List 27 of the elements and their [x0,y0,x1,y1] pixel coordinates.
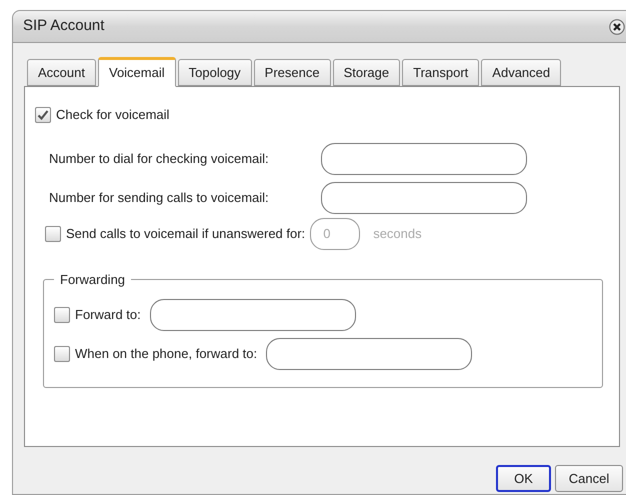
dialog-button[interactable]: Cancel [555,465,623,492]
checkbox-label: Send calls to voicemail if unanswered for: [66,224,306,243]
input-field[interactable] [321,142,527,174]
checkbox[interactable] [54,307,70,323]
tab[interactable]: Account [27,59,96,86]
checkbox[interactable] [35,106,51,123]
tab[interactable]: Presence [254,59,331,86]
checkbox-label: When on the phone, forward to: [75,345,258,364]
input-field[interactable] [150,299,356,331]
checkbox-label: Check for voicemail [56,106,170,124]
checkbox-label: Forward to: [75,306,141,324]
field-label: Number for sending calls to voicemail: [49,188,270,207]
input-field[interactable] [321,182,527,214]
input-field[interactable] [266,338,472,370]
field-label: Number to dial for checking voicemail: [49,150,270,168]
tab[interactable]: Storage [332,59,400,86]
window-title: SIP Account [23,16,104,36]
tab[interactable]: Advanced [481,59,562,86]
dialog-button[interactable]: OK [496,465,551,492]
tab[interactable]: Voicemail [98,57,176,87]
unit-label: seconds [373,224,422,243]
tab[interactable]: Topology [178,59,252,86]
tab[interactable]: Transport [402,59,480,86]
group-title: Forwarding [59,270,126,289]
checkbox[interactable] [54,346,70,362]
checkmark-icon [37,108,49,121]
close-icon[interactable] [609,18,625,34]
